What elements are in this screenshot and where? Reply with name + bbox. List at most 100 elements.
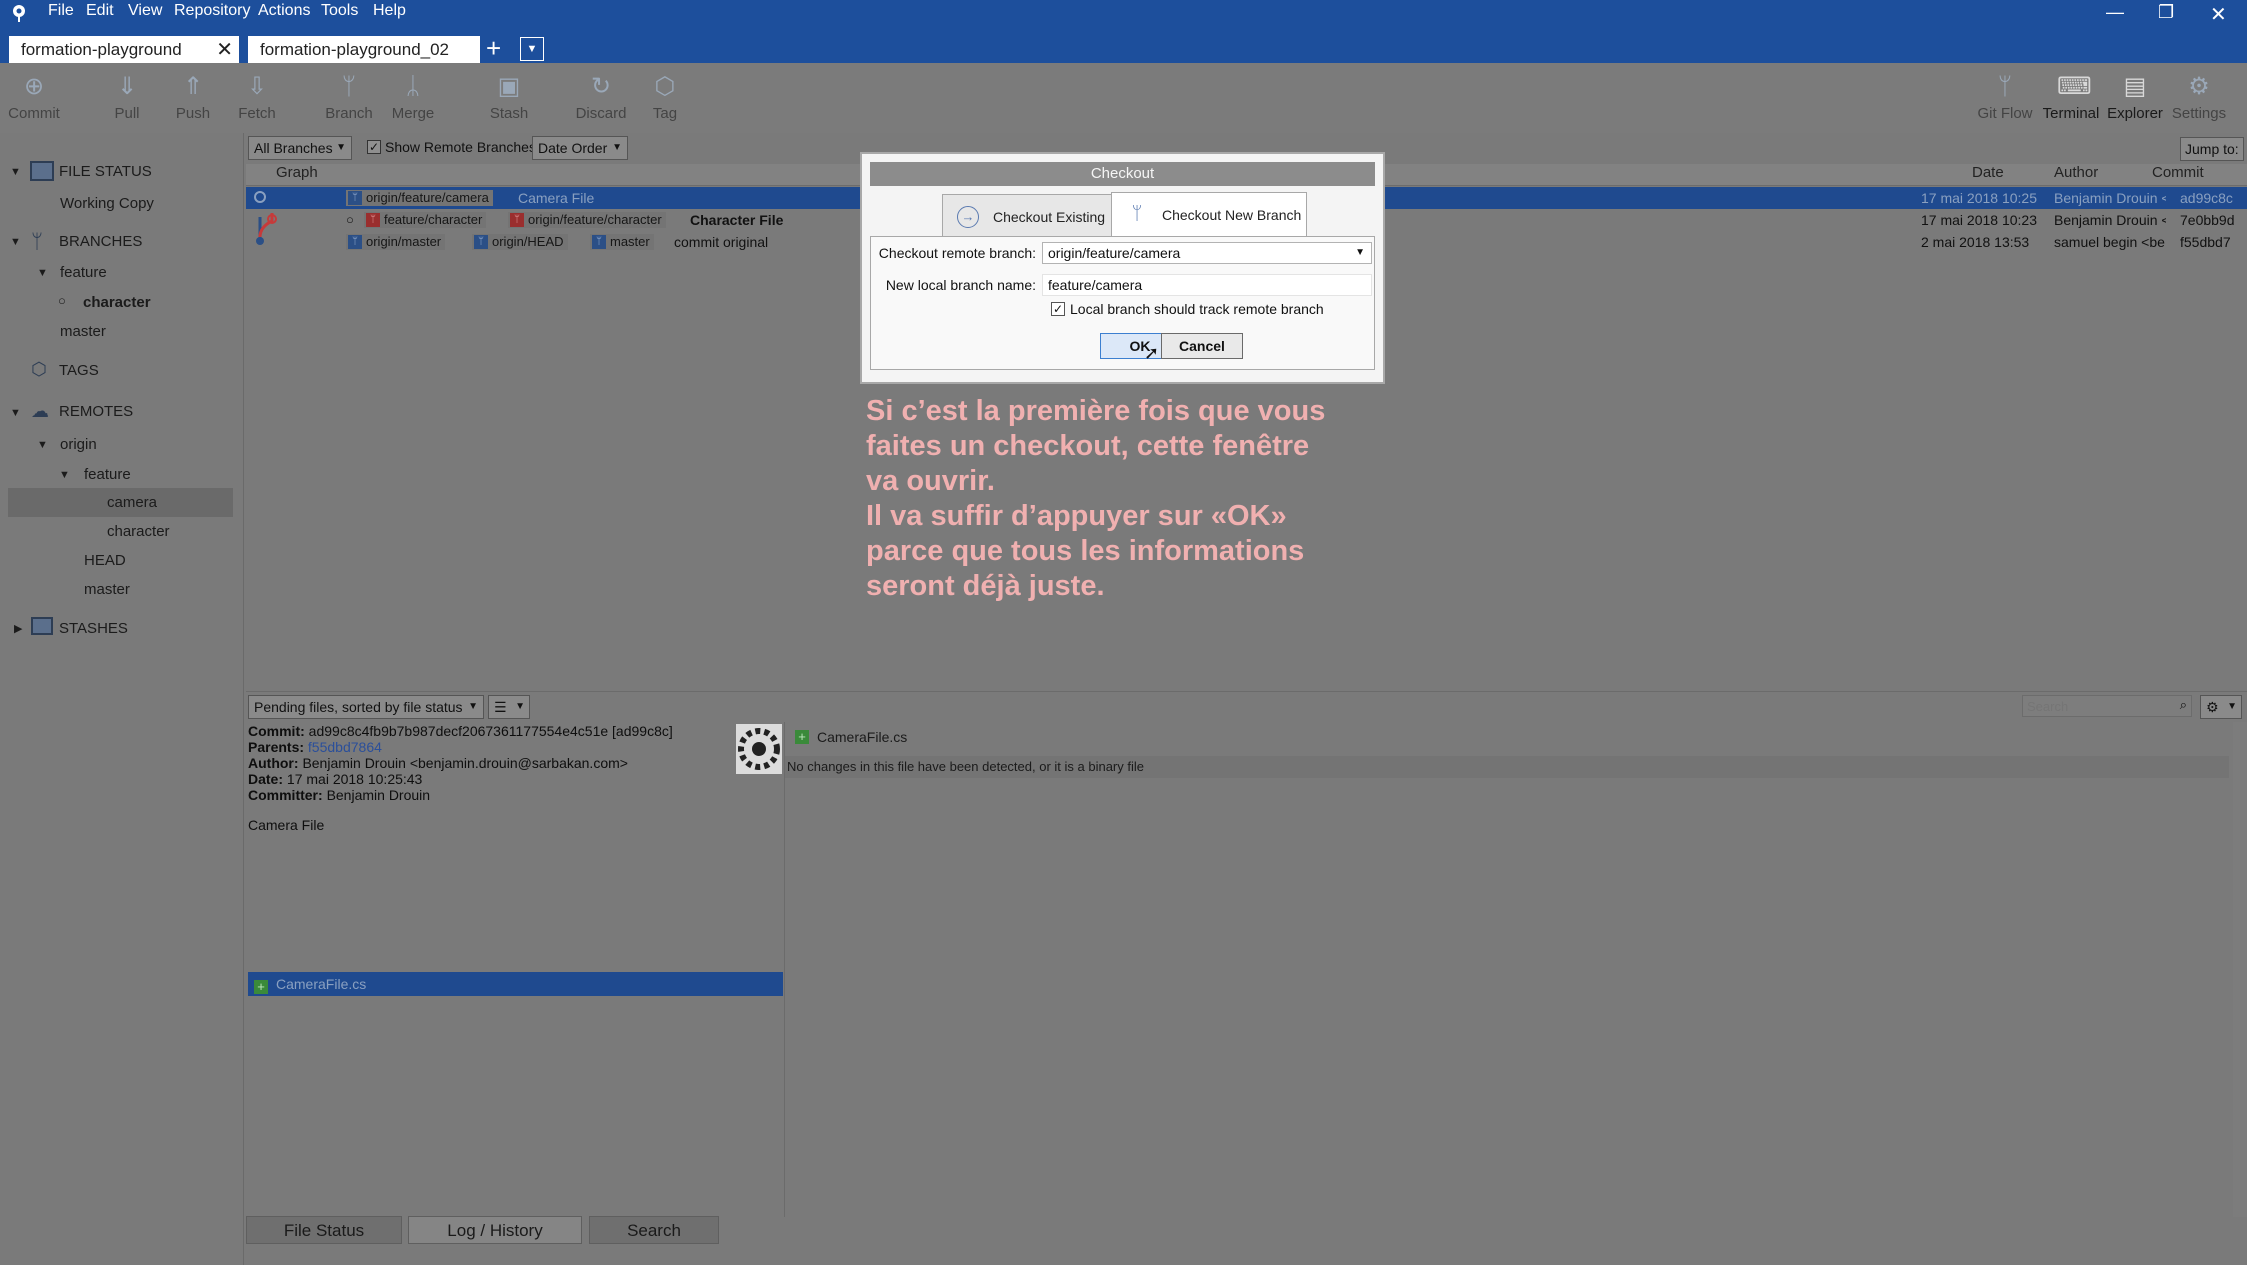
- tag-button[interactable]: ⬡ Tag: [634, 63, 696, 133]
- chevron-down-icon[interactable]: ▼: [37, 439, 48, 451]
- options-dropdown[interactable]: ⚙ ▼: [2200, 695, 2242, 719]
- tab-file-status[interactable]: File Status: [246, 1216, 402, 1244]
- branches-filter-dropdown[interactable]: All Branches ▼: [248, 136, 352, 160]
- date-column-header[interactable]: Date: [1972, 164, 2004, 181]
- track-remote-label: Local branch should track remote branch: [1070, 301, 1324, 317]
- chevron-down-icon[interactable]: ▼: [10, 236, 21, 248]
- sidebar-item-origin[interactable]: origin: [60, 436, 97, 453]
- local-branch-label: New local branch name:: [885, 277, 1036, 293]
- tab-checkout-new-branch[interactable]: ᛘ Checkout New Branch: [1111, 192, 1307, 238]
- settings-button[interactable]: ⚙ Settings: [2166, 63, 2232, 133]
- fetch-button[interactable]: ⇩ Fetch: [226, 63, 288, 133]
- tags-header[interactable]: TAGS: [59, 362, 99, 379]
- tab-dropdown-icon[interactable]: ▼: [520, 37, 544, 61]
- sidebar-item-remote-head[interactable]: HEAD: [84, 552, 126, 569]
- file-status-header[interactable]: FILE STATUS: [59, 163, 152, 180]
- minimize-icon[interactable]: —: [2106, 2, 2124, 23]
- tab-search[interactable]: Search: [589, 1216, 719, 1244]
- branch-tag-label: origin/feature/camera: [366, 190, 489, 205]
- tab-formation-playground[interactable]: formation-playground ✕: [9, 36, 239, 64]
- date-label: Date:: [248, 771, 284, 787]
- branches-header[interactable]: BRANCHES: [59, 233, 142, 250]
- terminal-button[interactable]: ⌨ Terminal: [2038, 63, 2104, 133]
- menu-file[interactable]: File: [48, 0, 74, 24]
- discard-button[interactable]: ↻ Discard: [570, 63, 632, 133]
- sidebar-item-working-copy[interactable]: Working Copy: [60, 195, 154, 212]
- graph-column-header[interactable]: Graph: [276, 164, 318, 181]
- toolbar: ⊕ Commit ⇓ Pull ⇑ Push ⇩ Fetch ᛘ Branch ᛦ Merg…: [0, 63, 2247, 133]
- menu-tools[interactable]: Tools: [321, 0, 358, 24]
- chevron-down-icon[interactable]: ▼: [37, 267, 48, 279]
- diff-scrollbar[interactable]: [2233, 722, 2247, 1217]
- sidebar-item-character[interactable]: character: [83, 294, 151, 311]
- monitor-icon: [30, 161, 54, 181]
- chevron-down-icon[interactable]: ▼: [10, 407, 21, 419]
- tab-close-icon[interactable]: ✕: [216, 36, 233, 64]
- diff-file-name: CameraFile.cs: [817, 729, 908, 745]
- discard-icon: ↻: [590, 73, 612, 100]
- gitflow-button[interactable]: ᛘ Git Flow: [1972, 63, 2038, 133]
- chevron-down-icon[interactable]: ▼: [10, 166, 21, 178]
- merge-label: Merge: [391, 105, 435, 122]
- diff-note: No changes in this file have been detect…: [787, 759, 1144, 774]
- show-remote-checkbox[interactable]: ✓: [367, 140, 381, 154]
- committer-value: Benjamin Drouin: [326, 787, 431, 803]
- close-window-icon[interactable]: ✕: [2210, 2, 2227, 27]
- file-list-item[interactable]: + CameraFile.cs: [248, 972, 783, 996]
- menu-view[interactable]: View: [128, 0, 162, 24]
- file-search-field[interactable]: ⌕: [2022, 695, 2192, 717]
- explorer-button[interactable]: ▤ Explorer: [2102, 63, 2168, 133]
- order-dropdown[interactable]: Date Order ▼: [532, 136, 628, 160]
- branch-button[interactable]: ᛘ Branch: [318, 63, 380, 133]
- sidebar-item-remote-camera[interactable]: camera: [107, 494, 157, 511]
- sidebar-item-remote-feature[interactable]: feature: [84, 466, 131, 483]
- commit-date: 17 mai 2018 10:23: [1921, 212, 2037, 228]
- remotes-header[interactable]: REMOTES: [59, 403, 133, 420]
- fetch-icon: ⇩: [246, 73, 268, 100]
- sidebar-item-feature[interactable]: feature: [60, 264, 107, 281]
- menu-edit[interactable]: Edit: [86, 0, 114, 24]
- menu-repository[interactable]: Repository: [174, 0, 250, 24]
- commit-message: Camera File: [518, 190, 595, 206]
- checkout-dialog: Checkout → Checkout Existing ᛘ Checkout Ne…: [860, 152, 1385, 384]
- view-mode-dropdown[interactable]: ☰ ▼: [488, 695, 530, 719]
- sidebar-item-master[interactable]: master: [60, 323, 106, 340]
- stashes-header[interactable]: STASHES: [59, 620, 128, 637]
- merge-button[interactable]: ᛦ Merge: [382, 63, 444, 133]
- cancel-button[interactable]: Cancel: [1161, 333, 1243, 359]
- chevron-right-icon[interactable]: ▶: [14, 622, 22, 635]
- branch-tag: ᛘ master: [590, 234, 654, 250]
- sidebar-item-remote-master[interactable]: master: [84, 581, 130, 598]
- pull-button[interactable]: ⇓ Pull: [96, 63, 158, 133]
- tab-log-history[interactable]: Log / History: [408, 1216, 582, 1244]
- track-remote-checkbox[interactable]: ✓: [1051, 302, 1065, 316]
- restore-icon[interactable]: ❐: [2158, 2, 2174, 23]
- parents-label: Parents:: [248, 739, 305, 755]
- parents-link[interactable]: f55dbd7864: [308, 739, 382, 755]
- branch-icon: ᛘ: [592, 235, 606, 249]
- jump-to-label: Jump to:: [2185, 141, 2239, 157]
- branch-tag-label: origin/master: [366, 234, 442, 249]
- local-branch-input[interactable]: feature/camera: [1042, 274, 1372, 296]
- stash-button[interactable]: ▣ Stash: [478, 63, 540, 133]
- terminal-icon: ⌨: [2057, 73, 2092, 100]
- menu-actions[interactable]: Actions: [258, 0, 310, 24]
- chevron-down-icon[interactable]: ▼: [59, 469, 70, 481]
- add-tab-icon[interactable]: +: [486, 34, 501, 62]
- tab-formation-playground-02[interactable]: formation-playground_02: [248, 36, 480, 64]
- sidebar-item-remote-character[interactable]: character: [107, 523, 170, 540]
- push-button[interactable]: ⇑ Push: [162, 63, 224, 133]
- search-icon[interactable]: ⌕: [2180, 697, 2187, 713]
- jump-to-button[interactable]: Jump to:: [2180, 137, 2244, 161]
- commit-column-header[interactable]: Commit: [2152, 164, 2204, 181]
- commit-button[interactable]: ⊕ Commit: [0, 63, 68, 133]
- tab-checkout-existing[interactable]: → Checkout Existing: [942, 194, 1112, 238]
- order-value: Date Order: [538, 140, 608, 156]
- graph-lines: [256, 213, 277, 245]
- pending-files-dropdown[interactable]: Pending files, sorted by file status ▼: [248, 695, 484, 719]
- fetch-label: Fetch: [238, 105, 276, 122]
- remote-branch-select[interactable]: origin/feature/camera ▼: [1042, 242, 1372, 264]
- search-input[interactable]: [2023, 696, 2163, 716]
- author-column-header[interactable]: Author: [2054, 164, 2098, 181]
- menu-help[interactable]: Help: [373, 0, 406, 24]
